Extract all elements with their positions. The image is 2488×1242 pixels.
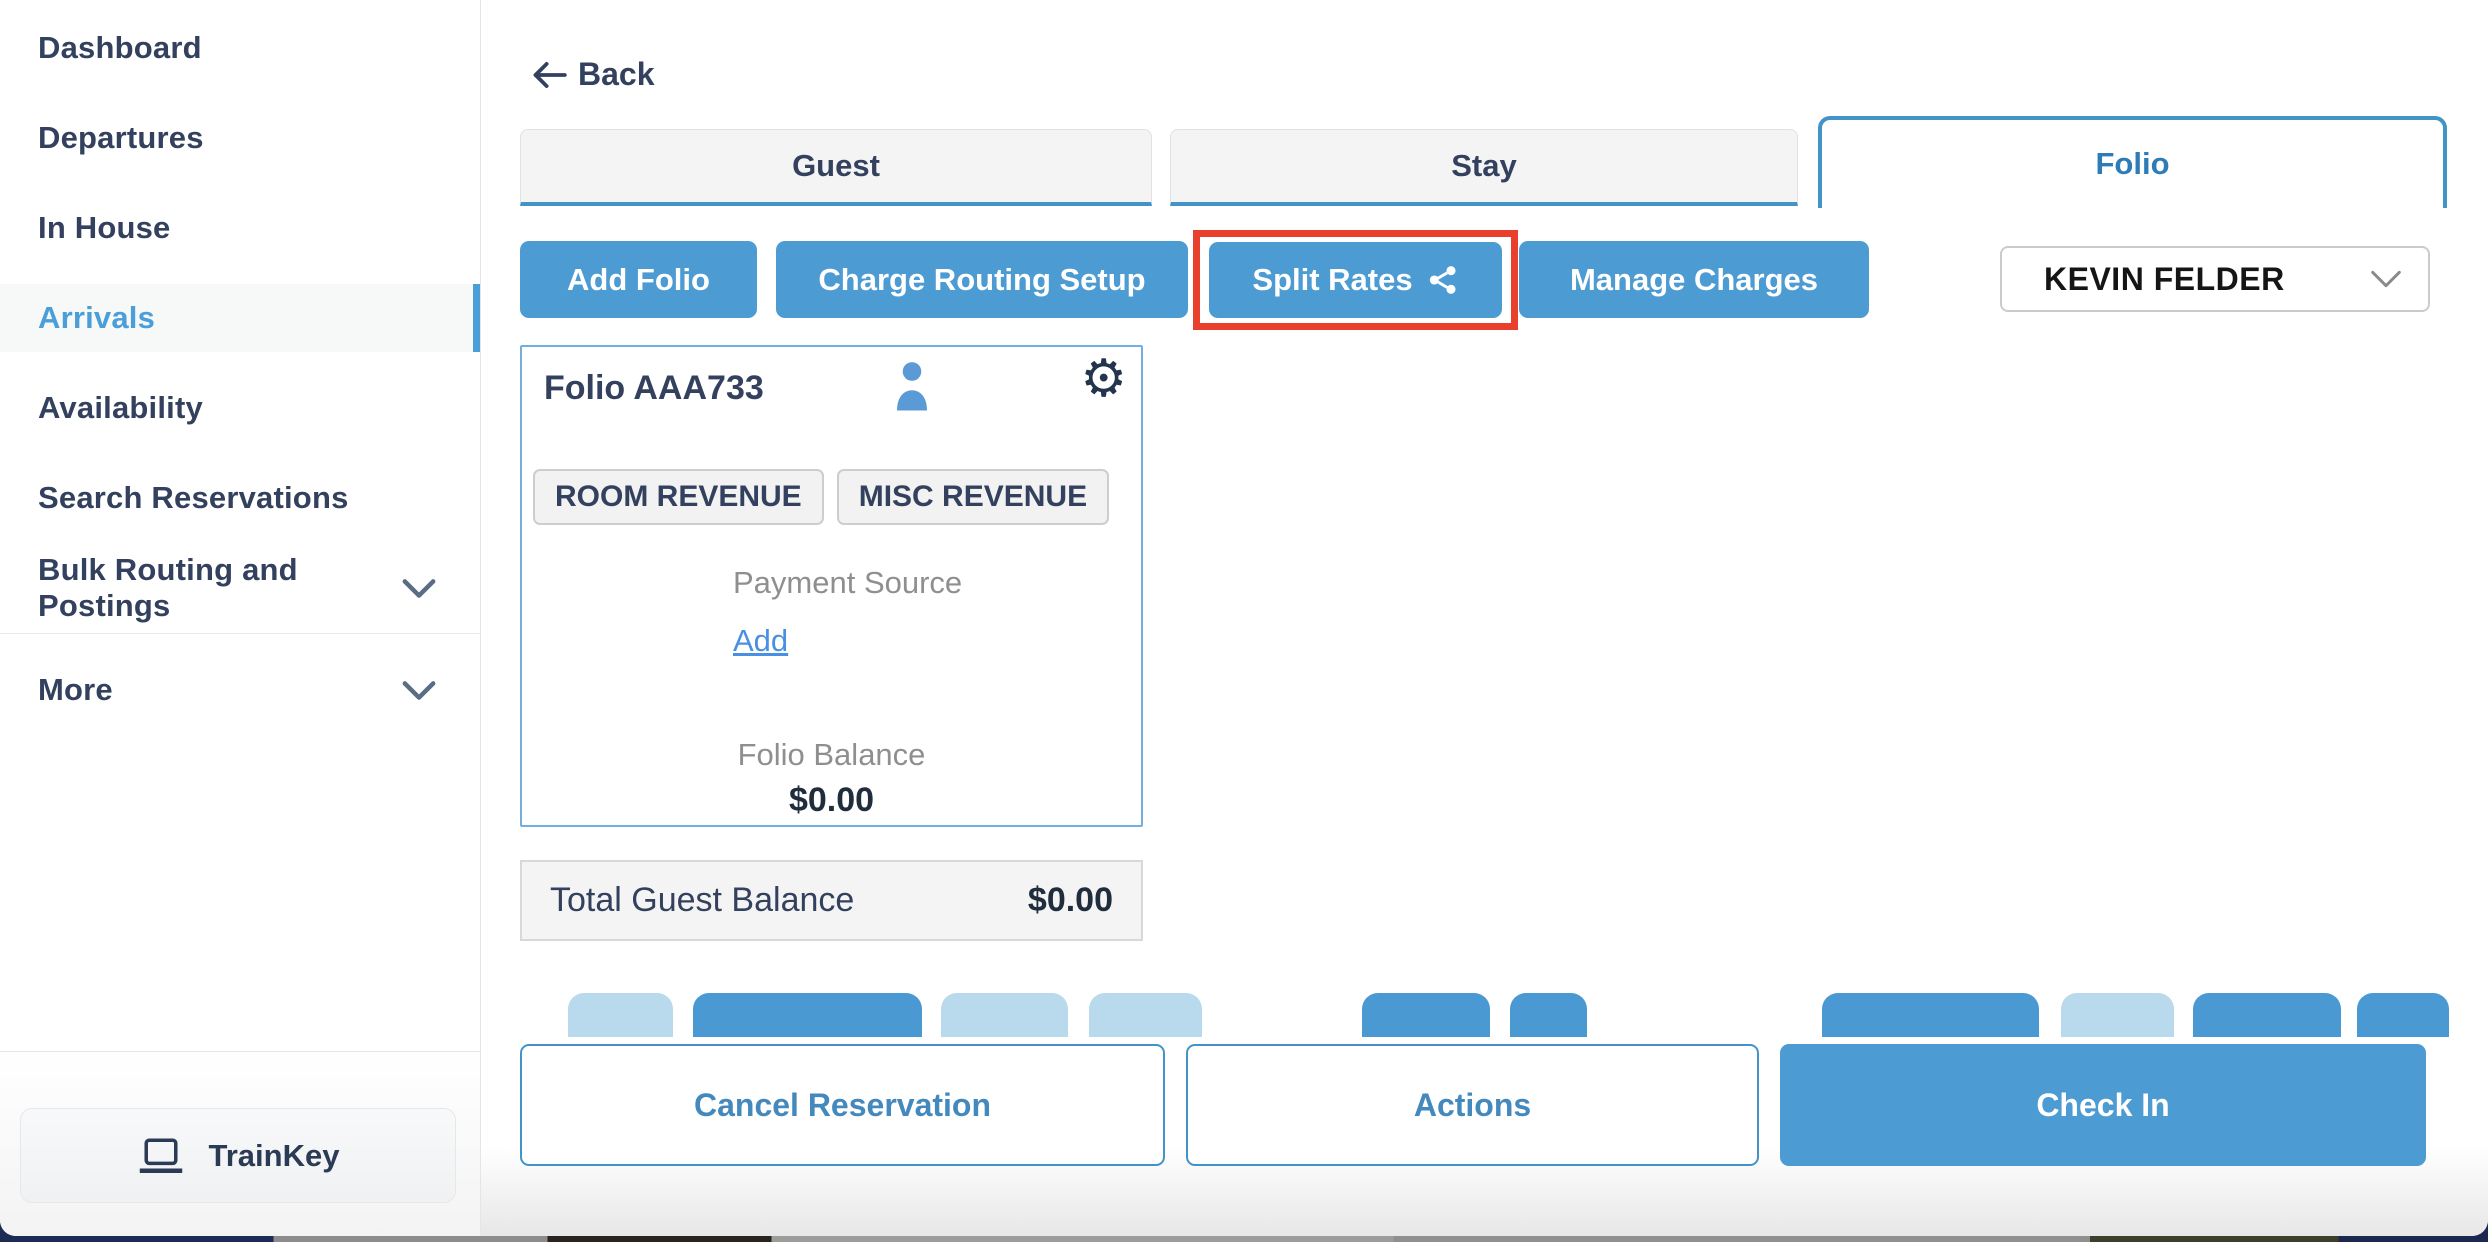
back-button[interactable]: Back — [530, 56, 655, 93]
back-arrow-icon — [530, 60, 568, 90]
total-guest-balance-label: Total Guest Balance — [550, 881, 854, 920]
sidebar-item-label: In House — [38, 210, 171, 246]
payment-source-add-link[interactable]: Add — [733, 623, 788, 659]
sidebar-item-label: Availability — [38, 390, 203, 426]
charge-routing-setup-button[interactable]: Charge Routing Setup — [776, 241, 1188, 318]
sidebar-item-label: Bulk Routing and Postings — [38, 552, 402, 624]
total-guest-balance-value: $0.00 — [1028, 881, 1113, 920]
badge-room-revenue: ROOM REVENUE — [533, 469, 824, 525]
payment-source-section: Payment Source Add — [733, 565, 962, 659]
trainkey-label: TrainKey — [209, 1138, 340, 1174]
sidebar-item-bulk-routing[interactable]: Bulk Routing and Postings — [0, 554, 480, 622]
share-icon — [1427, 264, 1459, 296]
sidebar-item-in-house[interactable]: In House — [0, 194, 480, 262]
back-label: Back — [578, 56, 655, 93]
tab-folio[interactable]: Folio — [1818, 116, 2447, 208]
sidebar-item-label: Arrivals — [38, 300, 155, 336]
sidebar-item-availability[interactable]: Availability — [0, 374, 480, 442]
folio-card: Folio AAA733 ⚙ ROOM REVENUE MISC REVENUE… — [520, 345, 1143, 827]
tab-stay[interactable]: Stay — [1170, 129, 1798, 206]
split-rates-label: Split Rates — [1252, 262, 1412, 298]
trainkey-button[interactable]: TrainKey — [20, 1108, 456, 1203]
gear-icon[interactable]: ⚙ — [1080, 353, 1127, 405]
tab-label: Stay — [1451, 148, 1516, 184]
add-folio-button[interactable]: Add Folio — [520, 241, 757, 318]
check-in-label: Check In — [2036, 1087, 2169, 1124]
badge-misc-revenue: MISC REVENUE — [837, 469, 1109, 525]
sidebar-item-label: Dashboard — [38, 30, 202, 66]
sidebar-item-search-reservations[interactable]: Search Reservations — [0, 464, 480, 532]
cancel-reservation-label: Cancel Reservation — [694, 1087, 991, 1124]
chevron-down-icon — [402, 578, 436, 599]
folio-balance-label: Folio Balance — [522, 737, 1141, 773]
tab-guest[interactable]: Guest — [520, 129, 1152, 206]
total-guest-balance: Total Guest Balance $0.00 — [520, 860, 1143, 941]
guest-selector-dropdown[interactable]: KEVIN FELDER — [2000, 246, 2430, 312]
chevron-down-icon — [2370, 269, 2402, 289]
folio-balance-section: Folio Balance $0.00 — [522, 737, 1141, 820]
split-rates-highlight-box: Split Rates — [1193, 230, 1518, 330]
actions-button[interactable]: Actions — [1186, 1044, 1759, 1166]
sidebar-nav: Dashboard Departures In House Arrivals A… — [0, 0, 480, 724]
main-content: Back Guest Stay Folio Add Folio Charge R… — [481, 0, 2488, 1236]
check-in-button[interactable]: Check In — [1780, 1044, 2426, 1166]
laptop-icon — [137, 1135, 185, 1177]
sidebar-item-arrivals[interactable]: Arrivals — [0, 284, 480, 352]
peek-bar[interactable] — [1089, 993, 1202, 1037]
manage-charges-label: Manage Charges — [1570, 262, 1818, 298]
payment-source-label: Payment Source — [733, 565, 962, 601]
charge-routing-label: Charge Routing Setup — [818, 262, 1145, 298]
guest-person-icon[interactable] — [894, 359, 930, 411]
peek-bar[interactable] — [1362, 993, 1490, 1037]
cancel-reservation-button[interactable]: Cancel Reservation — [520, 1044, 1165, 1166]
sidebar-footer: TrainKey — [0, 1051, 480, 1236]
revenue-badges: ROOM REVENUE MISC REVENUE — [533, 469, 1109, 525]
actions-label: Actions — [1414, 1087, 1531, 1124]
peek-bar[interactable] — [568, 993, 673, 1037]
sidebar-item-more[interactable]: More — [0, 656, 480, 724]
add-folio-label: Add Folio — [567, 262, 710, 298]
sidebar: Dashboard Departures In House Arrivals A… — [0, 0, 481, 1236]
peek-bar[interactable] — [2193, 993, 2341, 1037]
sidebar-item-label: Search Reservations — [38, 480, 349, 516]
bottom-action-bar: Cancel Reservation Actions Check In — [481, 1037, 2488, 1236]
peek-bar[interactable] — [1822, 993, 2039, 1037]
tab-label: Folio — [2095, 146, 2169, 182]
sidebar-item-departures[interactable]: Departures — [0, 104, 480, 172]
sidebar-item-label: More — [38, 672, 113, 708]
sidebar-divider — [0, 633, 480, 634]
tab-label: Guest — [792, 148, 880, 184]
guest-selector-value: KEVIN FELDER — [2044, 261, 2285, 298]
sidebar-item-label: Departures — [38, 120, 204, 156]
folio-balance-value: $0.00 — [522, 781, 1141, 820]
peek-bar[interactable] — [1510, 993, 1587, 1037]
manage-charges-button[interactable]: Manage Charges — [1519, 241, 1869, 318]
peek-bar[interactable] — [693, 993, 922, 1037]
peek-bar[interactable] — [2061, 993, 2174, 1037]
app-window: Dashboard Departures In House Arrivals A… — [0, 0, 2488, 1236]
chevron-down-icon — [402, 680, 436, 701]
peek-bar[interactable] — [2357, 993, 2449, 1037]
sidebar-item-dashboard[interactable]: Dashboard — [0, 14, 480, 82]
folio-card-title: Folio AAA733 — [544, 369, 764, 408]
split-rates-button[interactable]: Split Rates — [1209, 242, 1502, 318]
peek-bar[interactable] — [941, 993, 1068, 1037]
